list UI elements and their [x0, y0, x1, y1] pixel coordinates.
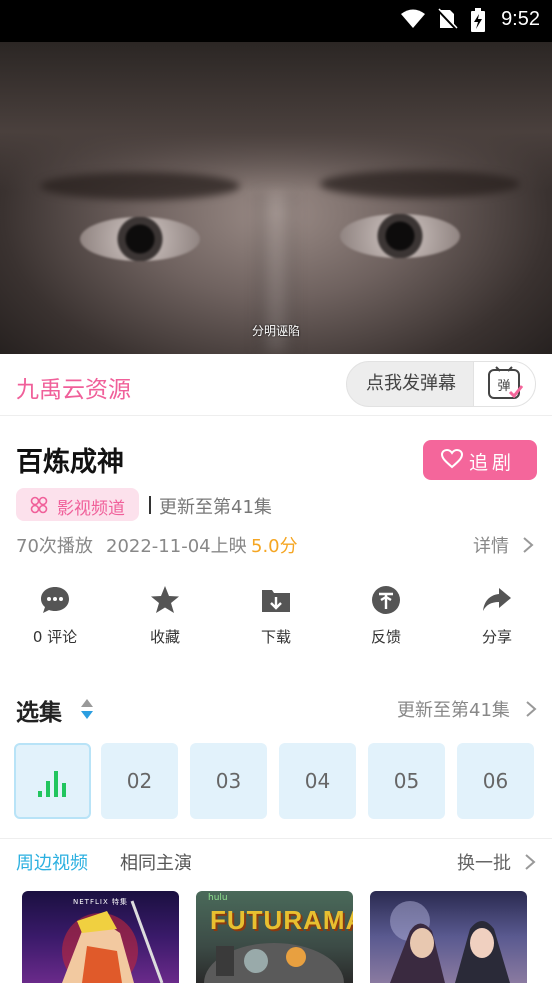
- related-cover[interactable]: NETFLIX 特集: [22, 891, 179, 983]
- playing-bars-icon: [38, 771, 66, 797]
- download-button[interactable]: 下载: [226, 584, 326, 654]
- play-count: 70次播放: [16, 536, 93, 557]
- swap-label: 换一批: [457, 853, 511, 874]
- comment-button[interactable]: 0 评论: [5, 584, 105, 654]
- divider: [149, 496, 151, 514]
- comment-icon: [41, 587, 69, 613]
- favorite-label: 收藏: [149, 628, 180, 646]
- detail-link[interactable]: 详情: [473, 532, 535, 558]
- svg-text:弹: 弹: [497, 379, 510, 394]
- channel-tag-label: 影视频道: [57, 499, 125, 519]
- wifi-icon: [400, 8, 426, 34]
- danmu-toggle-button[interactable]: 弹: [473, 362, 535, 406]
- related-tabs: 周边视频 相同主演 换一批: [0, 838, 552, 878]
- follow-button[interactable]: 追剧: [423, 440, 537, 480]
- share-icon: [483, 588, 511, 611]
- video-subtitle: 分明诬陷: [251, 324, 300, 338]
- video-frame-eye-right: [340, 214, 460, 258]
- video-frame-hair: [0, 42, 552, 192]
- episode-item[interactable]: 06: [457, 743, 534, 819]
- video-player[interactable]: 分明诬陷: [0, 42, 552, 354]
- chevron-right-icon: [523, 537, 534, 553]
- episodes-update-link[interactable]: 更新至第41集: [397, 696, 538, 722]
- episodes-update-label: 更新至第41集: [397, 700, 510, 721]
- share-label: 分享: [481, 628, 512, 646]
- danmu-toggle-icon: 弹: [488, 366, 524, 399]
- detail-label: 详情: [473, 536, 509, 557]
- release-date: 2022-11-04上映: [106, 536, 247, 557]
- favorite-button[interactable]: 收藏: [115, 584, 215, 654]
- cover-logo: FUTURAMA: [210, 905, 353, 935]
- battery-charging-icon: [470, 8, 486, 36]
- status-bar: 9:52: [0, 0, 552, 42]
- related-cover[interactable]: [370, 891, 527, 983]
- swap-batch-button[interactable]: 换一批: [457, 849, 537, 875]
- follow-label: 追剧: [469, 452, 516, 474]
- episode-item[interactable]: 02: [101, 743, 178, 819]
- action-bar: 0 评论 收藏 下载 反馈 分享: [0, 584, 552, 654]
- feedback-button[interactable]: 反馈: [336, 584, 436, 654]
- episode-item[interactable]: 05: [368, 743, 445, 819]
- share-button[interactable]: 分享: [447, 584, 547, 654]
- video-frame-eye-left: [80, 217, 200, 261]
- cover-artwork: [62, 900, 164, 983]
- show-title: 百炼成神: [16, 447, 124, 478]
- episodes-header: 选集: [16, 700, 62, 726]
- feedback-label: 反馈: [370, 628, 401, 646]
- sort-icon[interactable]: [80, 697, 94, 725]
- video-frame-brow-right: [320, 170, 520, 198]
- cover-artwork: [390, 901, 510, 983]
- download-label: 下载: [260, 628, 291, 646]
- danmu-box: 点我发弹幕 弹: [346, 361, 536, 407]
- source-name[interactable]: 九禹云资源: [16, 370, 131, 404]
- status-time: 9:52: [501, 8, 540, 30]
- channel-icon: [30, 496, 48, 519]
- channel-tag[interactable]: 影视频道: [16, 488, 139, 521]
- episode-list: 02 03 04 05 06: [0, 743, 552, 821]
- tab-same-cast[interactable]: 相同主演: [120, 849, 192, 875]
- tab-related-videos[interactable]: 周边视频: [16, 849, 88, 875]
- comment-label: 0 评论: [32, 628, 78, 646]
- download-icon: [262, 590, 290, 612]
- cover-brand: hulu: [208, 893, 228, 903]
- chevron-right-icon: [525, 701, 537, 717]
- feedback-icon: [372, 586, 400, 614]
- send-danmu-button[interactable]: 点我发弹幕: [347, 362, 475, 406]
- danmu-row: 九禹云资源 点我发弹幕 弹: [0, 354, 552, 416]
- episode-playing[interactable]: [14, 743, 91, 819]
- video-frame-brow-left: [40, 172, 240, 200]
- score: 5.0分: [251, 536, 298, 557]
- episode-item[interactable]: 03: [190, 743, 267, 819]
- chevron-right-icon: [525, 854, 536, 870]
- update-status: 更新至第41集: [159, 497, 272, 518]
- related-cover[interactable]: hulu FUTURAMA: [196, 891, 353, 983]
- episode-item[interactable]: 04: [279, 743, 356, 819]
- star-icon: [151, 586, 179, 613]
- no-signal-icon: [436, 8, 458, 34]
- heart-icon: [440, 448, 464, 474]
